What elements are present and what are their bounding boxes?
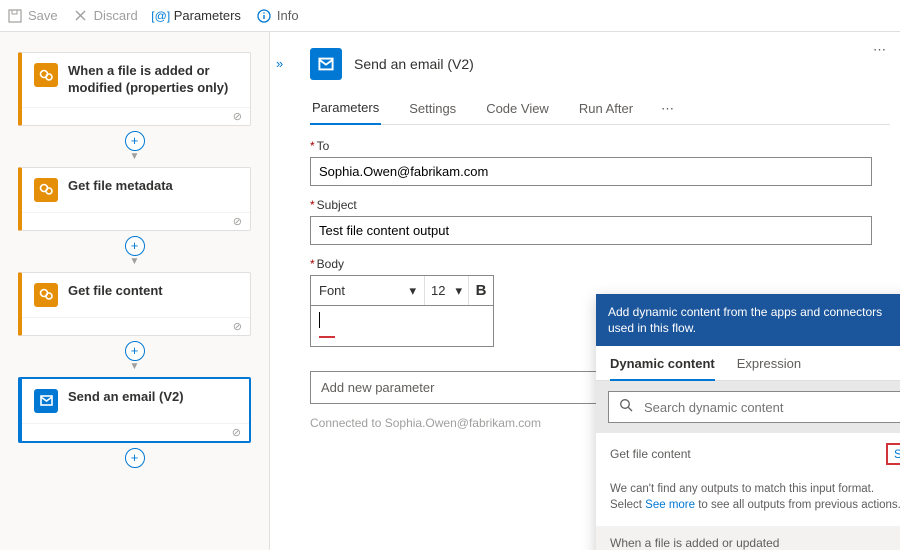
sharepoint-icon: [34, 178, 58, 202]
tab-runafter[interactable]: Run After: [577, 95, 635, 124]
top-toolbar: Save Discard [@] Parameters Info: [0, 0, 900, 32]
font-size-select[interactable]: 12▾: [425, 276, 469, 305]
step-content[interactable]: Get file content ⊘: [18, 272, 251, 336]
arrow-down-icon: ▼: [130, 152, 140, 162]
step-trigger[interactable]: When a file is added or modified (proper…: [18, 52, 251, 126]
to-input[interactable]: [310, 157, 872, 186]
arrow-down-icon: ▼: [130, 257, 140, 267]
outlook-icon: [34, 389, 58, 413]
link-icon: ⊘: [233, 110, 242, 123]
chevron-down-icon: ▾: [455, 283, 462, 299]
text-cursor: [319, 312, 320, 328]
info-label: Info: [277, 8, 299, 23]
chevron-down-icon: ▾: [409, 283, 416, 299]
editor-toolbar: Font▾ 12▾ B: [310, 275, 494, 305]
more-menu-icon[interactable]: ⋯: [873, 42, 886, 58]
font-select[interactable]: Font▾: [311, 276, 425, 305]
bold-button[interactable]: B: [469, 282, 493, 299]
add-step-button[interactable]: +: [125, 448, 145, 468]
subject-label: *Subject: [310, 198, 890, 212]
discard-icon: [74, 9, 88, 23]
tabs-overflow-icon[interactable]: ⋯: [661, 101, 674, 117]
section-get-file-content: Get file content See more: [596, 433, 900, 475]
add-step-button[interactable]: +: [125, 131, 145, 151]
save-icon: [8, 9, 22, 23]
tab-settings[interactable]: Settings: [407, 95, 458, 124]
tab-parameters[interactable]: Parameters: [310, 94, 381, 125]
dynamic-content-popover: Add dynamic content from the apps and co…: [596, 294, 900, 550]
save-label: Save: [28, 8, 58, 23]
connector: + ▼: [18, 341, 251, 372]
discard-label: Discard: [94, 8, 138, 23]
parameters-icon: [@]: [154, 9, 168, 23]
card-title: Send an email (V2): [354, 56, 474, 72]
step-trigger-title: When a file is added or modified (proper…: [68, 63, 238, 97]
detail-pane: » ⋯ Send an email (V2) Parameters Settin…: [270, 32, 900, 550]
tab-codeview[interactable]: Code View: [484, 95, 551, 124]
section-when-file-added: When a file is added or updated See more: [596, 526, 900, 550]
to-label: *To: [310, 139, 890, 153]
save-button[interactable]: Save: [8, 8, 58, 23]
spellcheck-underline: [319, 336, 335, 338]
link-icon: ⊘: [233, 320, 242, 333]
card-tabs: Parameters Settings Code View Run After …: [310, 94, 890, 125]
parameters-button[interactable]: [@] Parameters: [154, 8, 241, 23]
info-icon: [257, 9, 271, 23]
search-icon: [619, 398, 634, 416]
popover-headline: Add dynamic content from the apps and co…: [608, 304, 898, 336]
flow-canvas: When a file is added or modified (proper…: [0, 32, 270, 550]
no-outputs-message: We can't find any outputs to match this …: [596, 475, 900, 525]
add-step-button[interactable]: +: [125, 341, 145, 361]
connector: +: [18, 448, 251, 468]
see-more-button[interactable]: See more: [886, 443, 900, 465]
connector: + ▼: [18, 236, 251, 267]
body-editor[interactable]: [310, 305, 494, 347]
outlook-icon: [310, 48, 342, 80]
arrow-down-icon: ▼: [130, 362, 140, 372]
link-icon: ⊘: [232, 426, 241, 439]
search-input-wrapper: [608, 391, 900, 423]
info-button[interactable]: Info: [257, 8, 299, 23]
add-step-button[interactable]: +: [125, 236, 145, 256]
step-content-title: Get file content: [68, 283, 163, 300]
step-metadata[interactable]: Get file metadata ⊘: [18, 167, 251, 231]
step-email-title: Send an email (V2): [68, 389, 184, 406]
body-label: *Body: [310, 257, 890, 271]
tab-expression[interactable]: Expression: [737, 356, 801, 380]
collapse-icon[interactable]: »: [276, 56, 283, 71]
connector: + ▼: [18, 131, 251, 162]
sharepoint-icon: [34, 283, 58, 307]
link-icon: ⊘: [233, 215, 242, 228]
step-metadata-title: Get file metadata: [68, 178, 173, 195]
search-input[interactable]: [644, 400, 900, 415]
tab-dynamic-content[interactable]: Dynamic content: [610, 356, 715, 381]
see-more-link[interactable]: See more: [645, 499, 695, 511]
sharepoint-icon: [34, 63, 58, 87]
parameters-label: Parameters: [174, 8, 241, 23]
discard-button[interactable]: Discard: [74, 8, 138, 23]
step-email[interactable]: Send an email (V2) ⊘: [18, 377, 251, 443]
subject-input[interactable]: [310, 216, 872, 245]
